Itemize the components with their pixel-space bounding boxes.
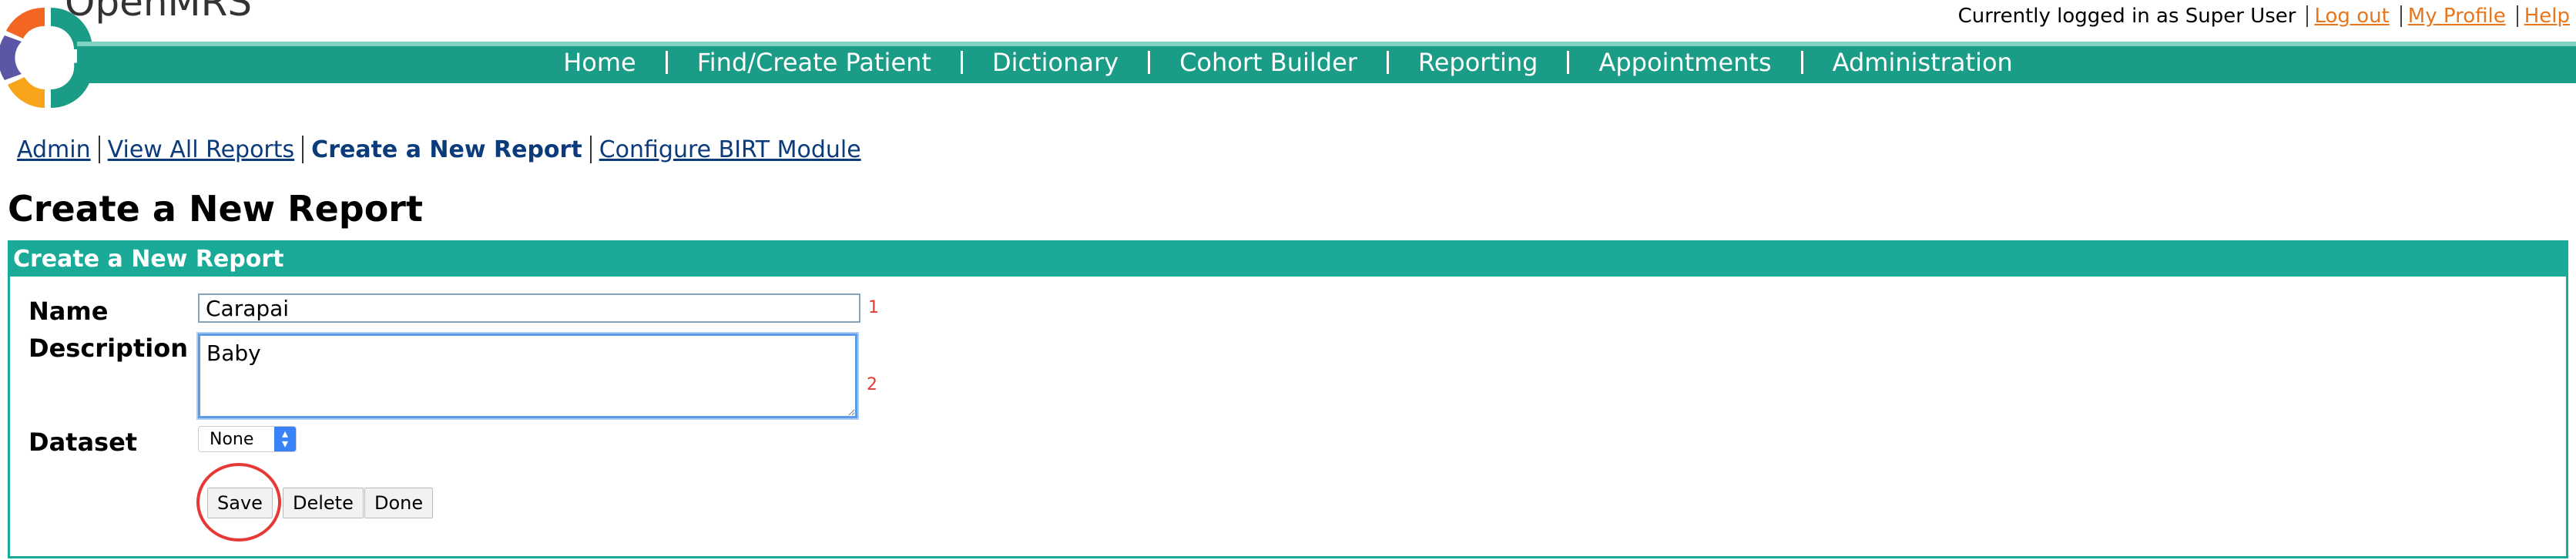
done-button[interactable]: Done (364, 488, 434, 518)
report-form-box: Create a New Report Name 1 Description B… (8, 240, 2568, 558)
nav-find-create-patient[interactable]: Find/Create Patient (668, 48, 961, 77)
name-field[interactable] (198, 293, 860, 323)
select-arrows-icon: ▴ ▾ (274, 427, 296, 451)
view-all-reports-link[interactable]: View All Reports (108, 136, 295, 163)
nav-dictionary[interactable]: Dictionary (963, 48, 1148, 77)
annotation-marker-1: 1 (868, 298, 879, 317)
save-button[interactable]: Save (207, 488, 273, 518)
divider (2400, 5, 2402, 27)
breadcrumb: Admin View All Reports Create a New Repo… (17, 136, 861, 163)
divider (302, 136, 304, 163)
help-link[interactable]: Help (2524, 5, 2570, 28)
nav-home[interactable]: Home (534, 48, 666, 77)
main-nav: Home Find/Create Patient Dictionary Coho… (0, 43, 2576, 82)
divider (589, 136, 592, 163)
admin-link[interactable]: Admin (17, 136, 91, 163)
dataset-select[interactable]: None ▴ ▾ (198, 426, 297, 452)
dataset-label: Dataset (29, 428, 138, 457)
nav-appointments[interactable]: Appointments (1569, 48, 1800, 77)
brand-name: OpenMRS (65, 0, 253, 25)
logged-in-text: Currently logged in as Super User (1957, 5, 2296, 28)
divider (2516, 5, 2518, 27)
divider (2306, 5, 2309, 27)
logout-link[interactable]: Log out (2314, 5, 2389, 28)
configure-birt-link[interactable]: Configure BIRT Module (599, 136, 861, 163)
create-report-current: Create a New Report (311, 136, 582, 163)
nav-reporting[interactable]: Reporting (1389, 48, 1568, 77)
form-header: Create a New Report (10, 243, 2566, 277)
user-bar: Currently logged in as Super User Log ou… (1958, 5, 2570, 28)
my-profile-link[interactable]: My Profile (2408, 5, 2506, 28)
divider (98, 136, 100, 163)
page-title: Create a New Report (8, 188, 423, 230)
name-label: Name (29, 297, 109, 326)
description-label: Description (29, 334, 188, 363)
delete-button[interactable]: Delete (283, 488, 364, 518)
nav-cohort-builder[interactable]: Cohort Builder (1150, 48, 1387, 77)
nav-administration[interactable]: Administration (1803, 48, 2042, 77)
dataset-selected-value: None (210, 429, 254, 449)
annotation-marker-2: 2 (867, 375, 877, 394)
description-field[interactable]: Baby (196, 332, 859, 420)
